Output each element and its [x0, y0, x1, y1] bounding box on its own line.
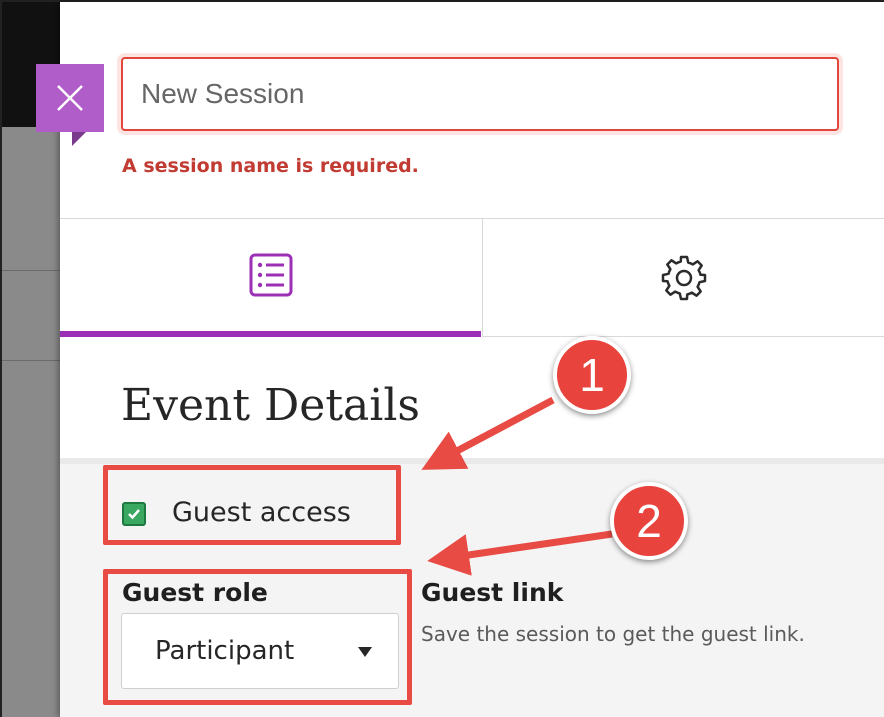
session-name-error: A session name is required. — [122, 155, 419, 177]
list-icon — [249, 253, 292, 297]
tab-event-details[interactable] — [60, 219, 481, 337]
annotation-badge-1: 1 — [553, 336, 631, 414]
background-sidebar-gray — [2, 127, 60, 717]
guest-link-hint: Save the session to get the guest link. — [421, 622, 805, 646]
background-divider — [2, 360, 60, 361]
section-title: Event Details — [121, 380, 420, 431]
close-button[interactable] — [36, 64, 104, 146]
annotation-box-guest-access — [103, 465, 401, 545]
background-divider — [2, 270, 60, 271]
gear-icon — [661, 255, 706, 300]
session-name-input[interactable] — [121, 57, 839, 131]
tab-settings[interactable] — [482, 219, 884, 337]
annotation-badge-2: 2 — [610, 482, 688, 560]
guest-link-label: Guest link — [421, 578, 564, 607]
annotation-box-guest-role — [103, 569, 412, 705]
close-icon — [57, 85, 83, 111]
